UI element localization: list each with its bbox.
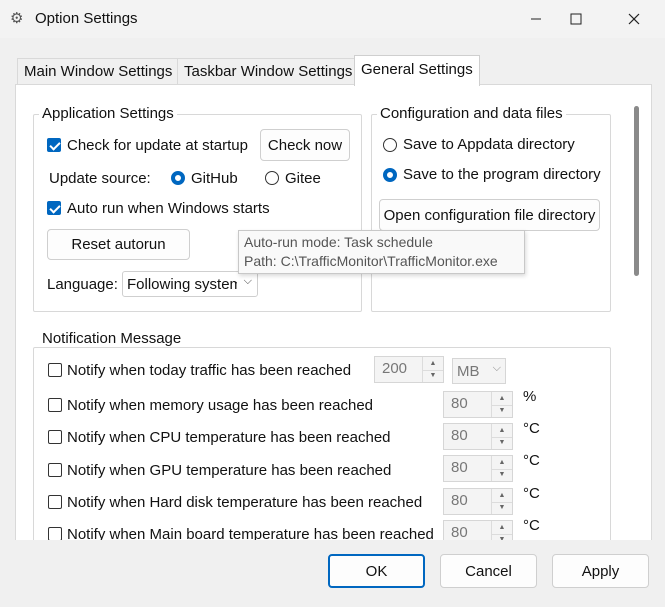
language-value: Following system xyxy=(127,276,237,293)
increase-icon[interactable]: ▲ xyxy=(423,357,443,371)
memory-unit: % xyxy=(523,388,537,405)
language-label: Language: xyxy=(47,276,118,293)
mainboard-value: 80 xyxy=(451,524,468,541)
gitee-radio[interactable] xyxy=(265,171,279,185)
cancel-button[interactable]: Cancel xyxy=(440,554,537,588)
scrollbar-thumb[interactable] xyxy=(634,106,639,276)
notify-gpu-label: Notify when GPU temperature has been rea… xyxy=(67,462,392,479)
open-config-dir-button[interactable]: Open configuration file directory xyxy=(379,199,600,231)
update-source-label: Update source: xyxy=(49,170,151,187)
github-label: GitHub xyxy=(191,170,238,187)
mainboard-unit: °C xyxy=(523,517,540,534)
notify-memory-label: Notify when memory usage has been reache… xyxy=(67,397,374,414)
save-appdata-label: Save to Appdata directory xyxy=(403,136,575,153)
gitee-label: Gitee xyxy=(285,170,321,187)
title-bar: ⚙ Option Settings xyxy=(0,0,665,38)
increase-icon[interactable]: ▲ xyxy=(492,489,512,503)
notification-title: Notification Message xyxy=(39,330,185,347)
notify-memory-checkbox[interactable] xyxy=(48,398,62,412)
language-select[interactable]: Following system ⌵ xyxy=(122,271,258,297)
tab-general-settings[interactable]: General Settings xyxy=(354,55,480,86)
window-title: Option Settings xyxy=(35,10,138,27)
gpu-value: 80 xyxy=(451,459,468,476)
auto-run-checkbox[interactable] xyxy=(47,201,61,215)
memory-value: 80 xyxy=(451,395,468,412)
tab-taskbar-window-settings[interactable]: Taskbar Window Settings xyxy=(177,58,360,85)
minimize-icon xyxy=(531,18,541,20)
decrease-icon[interactable]: ▼ xyxy=(492,469,512,482)
traffic-unit-select[interactable]: MB ⌵ xyxy=(452,358,506,384)
close-button[interactable] xyxy=(608,0,660,38)
save-appdata-radio[interactable] xyxy=(383,138,397,152)
checkbox-box xyxy=(47,201,61,215)
decrease-icon[interactable]: ▼ xyxy=(423,370,443,383)
github-radio[interactable] xyxy=(171,171,185,185)
gpu-unit: °C xyxy=(523,452,540,469)
maximize-icon xyxy=(570,13,582,25)
check-update-label: Check for update at startup xyxy=(67,137,248,154)
notify-cpu-checkbox[interactable] xyxy=(48,430,62,444)
checkbox-box xyxy=(47,138,61,152)
notify-mainboard-checkbox[interactable] xyxy=(48,527,62,541)
maximize-button[interactable] xyxy=(550,0,602,38)
check-update-checkbox[interactable] xyxy=(47,138,61,152)
decrease-icon[interactable]: ▼ xyxy=(492,437,512,450)
tab-main-window-settings[interactable]: Main Window Settings xyxy=(17,58,180,85)
auto-run-label: Auto run when Windows starts xyxy=(67,200,270,217)
chevron-down-icon: ⌵ xyxy=(243,275,252,287)
increase-icon[interactable]: ▲ xyxy=(492,424,512,438)
notify-traffic-checkbox[interactable] xyxy=(48,363,62,377)
decrease-icon[interactable]: ▼ xyxy=(492,405,512,418)
cpu-value: 80 xyxy=(451,427,468,444)
increase-icon[interactable]: ▲ xyxy=(492,392,512,406)
memory-value-stepper[interactable]: 80 ▲ ▼ xyxy=(443,391,513,418)
decrease-icon[interactable]: ▼ xyxy=(492,502,512,515)
notify-cpu-label: Notify when CPU temperature has been rea… xyxy=(67,429,391,446)
cpu-value-stepper[interactable]: 80 ▲ ▼ xyxy=(443,423,513,450)
save-program-radio[interactable] xyxy=(383,168,397,182)
cpu-unit: °C xyxy=(523,420,540,437)
autorun-tooltip: Auto-run mode: Task schedule Path: C:\Tr… xyxy=(238,230,525,274)
increase-icon[interactable]: ▲ xyxy=(492,456,512,470)
traffic-value-stepper[interactable]: 200 ▲ ▼ xyxy=(374,356,444,383)
hdd-value-stepper[interactable]: 80 ▲ ▼ xyxy=(443,488,513,515)
tooltip-line-2: Path: C:\TrafficMonitor\TrafficMonitor.e… xyxy=(244,253,498,269)
gpu-value-stepper[interactable]: 80 ▲ ▼ xyxy=(443,455,513,482)
save-program-label: Save to the program directory xyxy=(403,166,601,183)
traffic-value: 200 xyxy=(382,360,408,377)
gear-icon: ⚙ xyxy=(10,10,24,27)
check-now-button[interactable]: Check now xyxy=(260,129,350,161)
hdd-unit: °C xyxy=(523,485,540,502)
notify-gpu-checkbox[interactable] xyxy=(48,463,62,477)
notify-traffic-label: Notify when today traffic has been reach… xyxy=(67,362,352,379)
increase-icon[interactable]: ▲ xyxy=(492,521,512,535)
apply-button[interactable]: Apply xyxy=(552,554,649,588)
traffic-unit-value: MB xyxy=(457,363,480,380)
configuration-title: Configuration and data files xyxy=(377,105,566,122)
ok-button[interactable]: OK xyxy=(328,554,425,588)
close-icon xyxy=(628,13,640,25)
notify-hdd-checkbox[interactable] xyxy=(48,495,62,509)
reset-autorun-button[interactable]: Reset autorun xyxy=(47,229,190,260)
application-settings-title: Application Settings xyxy=(39,105,177,122)
notify-hdd-label: Notify when Hard disk temperature has be… xyxy=(67,494,423,511)
tooltip-line-1: Auto-run mode: Task schedule xyxy=(244,234,433,250)
chevron-down-icon: ⌵ xyxy=(492,362,501,374)
hdd-value: 80 xyxy=(451,492,468,509)
